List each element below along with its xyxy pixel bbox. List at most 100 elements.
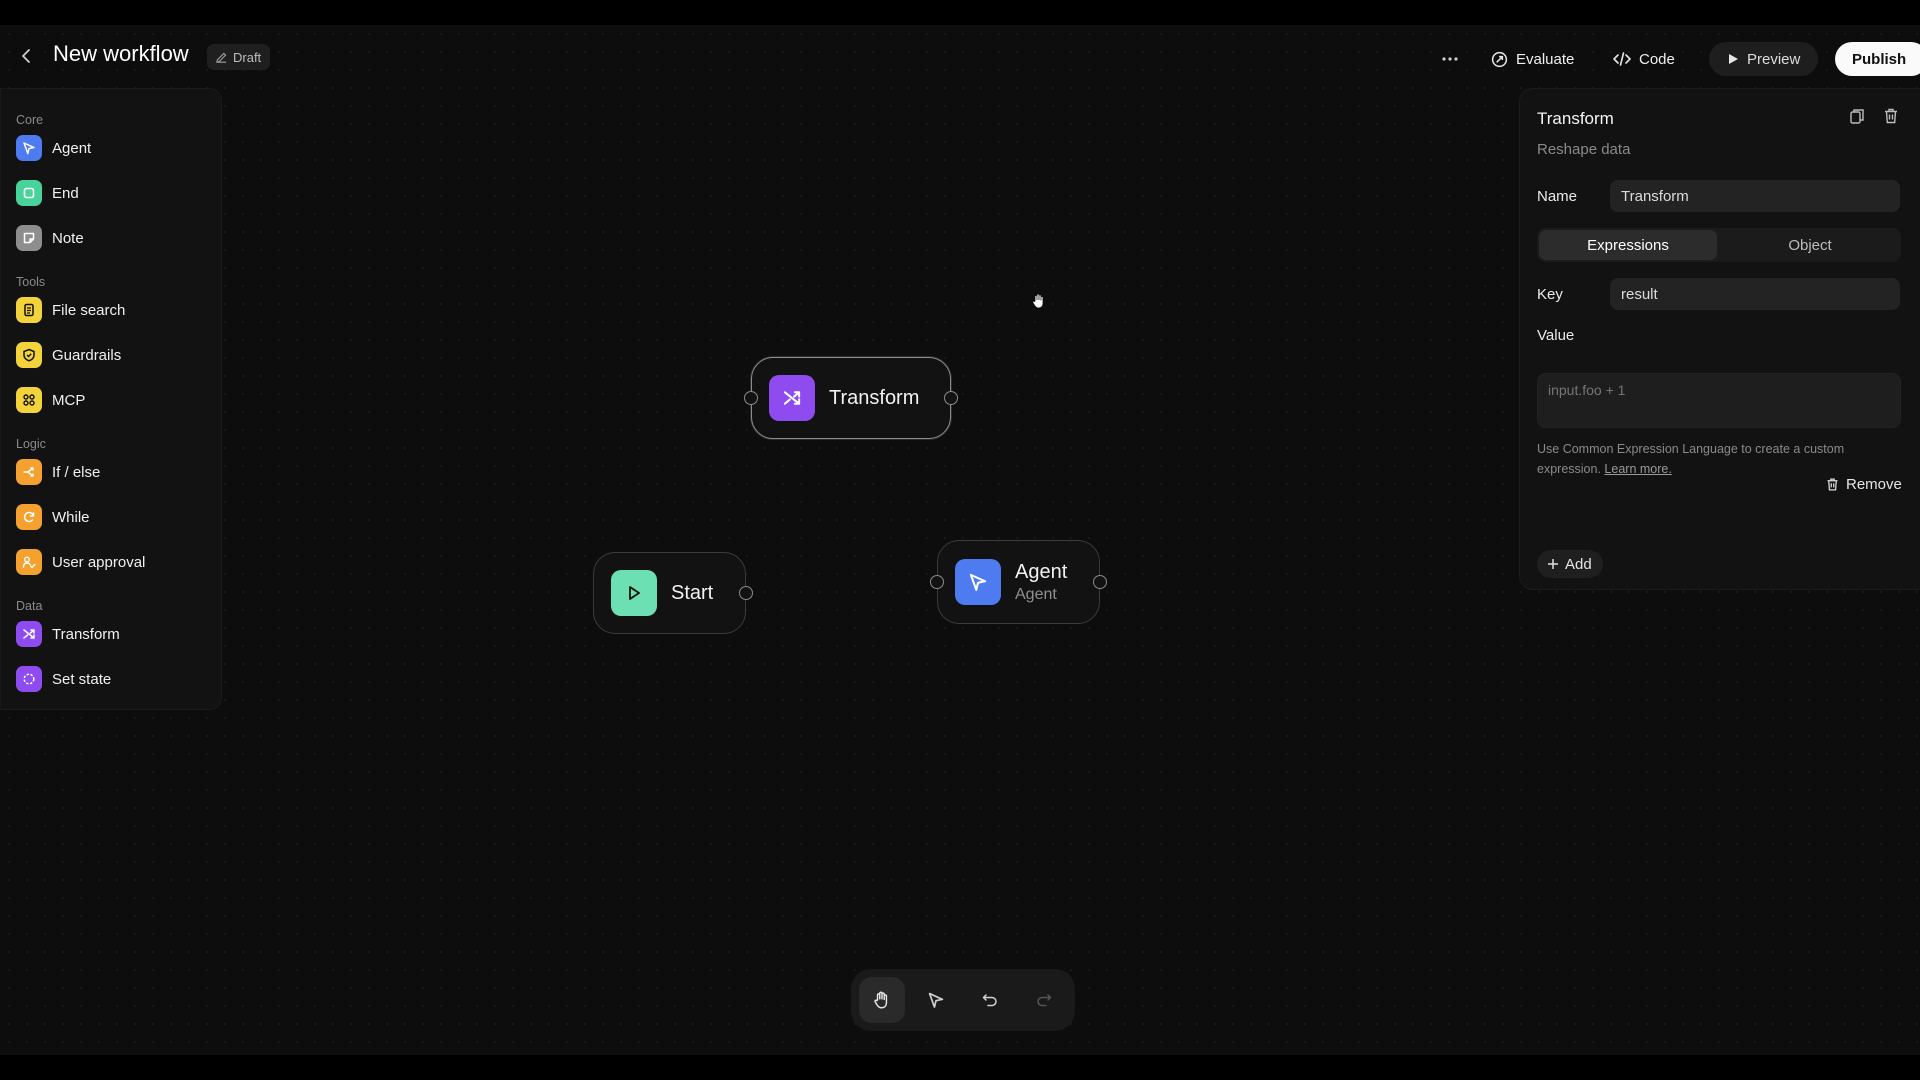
help-text-body: Use Common Expression Language to create…	[1537, 442, 1845, 476]
name-field[interactable]	[1610, 180, 1900, 212]
value-field[interactable]	[1537, 373, 1901, 428]
sidebar-item-label: While	[52, 508, 90, 526]
add-button[interactable]: Add	[1537, 550, 1603, 578]
key-field[interactable]	[1610, 278, 1900, 310]
evaluate-icon	[1491, 51, 1508, 67]
sidebar-item-note[interactable]: Note	[16, 224, 211, 252]
value-label: Value	[1537, 327, 1575, 344]
name-label: Name	[1537, 188, 1578, 205]
ellipsis-icon	[1442, 57, 1458, 61]
hand-cursor-icon	[1030, 292, 1048, 315]
sidebar-item-if-else[interactable]: If / else	[16, 458, 211, 486]
node-label: Agent	[1015, 560, 1068, 583]
guardrails-icon	[16, 342, 42, 368]
pan-tool-button[interactable]	[859, 977, 905, 1023]
redo-button[interactable]	[1021, 977, 1067, 1023]
agent-icon	[16, 135, 42, 161]
sidebar-item-label: Guardrails	[52, 346, 122, 364]
code-button[interactable]: Code	[1613, 42, 1675, 76]
node-label: Transform	[829, 386, 920, 409]
output-handle[interactable]	[739, 586, 753, 600]
transform-node[interactable]: Transform	[744, 357, 958, 439]
status-badge: Draft	[207, 44, 271, 70]
user-approval-icon	[16, 549, 42, 575]
play-icon	[611, 570, 657, 616]
file-search-icon	[16, 297, 42, 323]
key-label: Key	[1537, 286, 1563, 303]
sidebar-item-set-state[interactable]: Set state	[16, 665, 211, 693]
panel-title: Transform	[1537, 109, 1614, 128]
sidebar-item-while[interactable]: While	[16, 503, 211, 531]
preview-label: Preview	[1747, 50, 1801, 68]
status-badge-label: Draft	[233, 49, 262, 65]
sidebar-item-label: User approval	[52, 553, 146, 571]
chevron-left-icon	[22, 49, 30, 63]
agent-node[interactable]: Agent Agent	[930, 540, 1107, 624]
sidebar-item-label: Note	[52, 229, 84, 247]
undo-button[interactable]	[967, 977, 1013, 1023]
sidebar-item-agent[interactable]: Agent	[16, 134, 211, 162]
end-icon	[16, 180, 42, 206]
sidebar-item-file-search[interactable]: File search	[16, 296, 211, 324]
sidebar-item-mcp[interactable]: MCP	[16, 386, 211, 414]
page-title: New workflow	[53, 41, 189, 66]
node-library-sidebar: Core Agent End Note Tools File search Gu…	[0, 88, 222, 710]
more-options-button[interactable]	[1440, 42, 1460, 76]
tab-object[interactable]: Object	[1721, 230, 1899, 260]
remove-button[interactable]: Remove	[1825, 476, 1902, 493]
node-properties-panel: Transform Reshape data Name Expressions …	[1519, 88, 1920, 590]
preview-button[interactable]: Preview	[1709, 42, 1819, 76]
input-handle[interactable]	[744, 391, 758, 405]
sidebar-item-end[interactable]: End	[16, 179, 211, 207]
section-label-data: Data	[16, 599, 43, 613]
sidebar-item-user-approval[interactable]: User approval	[16, 548, 211, 576]
start-node[interactable]: Start	[593, 552, 753, 634]
tab-expressions[interactable]: Expressions	[1539, 230, 1717, 260]
sidebar-item-label: End	[52, 184, 79, 202]
workflow-builder: New workflow Draft Evaluate Code Preview…	[0, 25, 1920, 1055]
if-else-icon	[16, 459, 42, 485]
sidebar-item-label: If / else	[52, 463, 101, 481]
sidebar-item-label: Agent	[52, 139, 92, 157]
transform-icon	[769, 375, 815, 421]
sidebar-item-guardrails[interactable]: Guardrails	[16, 341, 211, 369]
panel-subtitle: Reshape data	[1537, 141, 1631, 158]
mcp-icon	[16, 387, 42, 413]
section-label-tools: Tools	[16, 275, 46, 289]
sidebar-item-label: MCP	[52, 391, 86, 409]
publish-label: Publish	[1852, 50, 1907, 68]
evaluate-button[interactable]: Evaluate	[1491, 42, 1574, 76]
trash-icon	[1827, 478, 1838, 491]
output-handle[interactable]	[1093, 575, 1107, 589]
note-icon	[16, 225, 42, 251]
section-label-logic: Logic	[16, 437, 46, 451]
help-text: Use Common Expression Language to create…	[1537, 439, 1907, 479]
back-button[interactable]	[18, 47, 36, 65]
sidebar-item-label: Set state	[52, 670, 112, 688]
agent-icon	[955, 559, 1001, 605]
node-sublabel: Agent	[1015, 585, 1057, 603]
while-icon	[16, 504, 42, 530]
select-tool-button[interactable]	[913, 977, 959, 1023]
code-label: Code	[1639, 50, 1675, 68]
hand-icon	[874, 991, 888, 1009]
edit-icon	[216, 52, 227, 63]
evaluate-label: Evaluate	[1516, 50, 1575, 68]
input-handle[interactable]	[930, 575, 944, 589]
section-label-core: Core	[16, 113, 44, 127]
sidebar-item-label: Transform	[52, 625, 120, 643]
sidebar-item-transform[interactable]: Transform	[16, 620, 211, 648]
pointer-icon	[928, 992, 944, 1008]
add-label: Add	[1565, 555, 1592, 573]
learn-more-link[interactable]: Learn more.	[1604, 462, 1671, 476]
mode-tabs: Expressions Object	[1537, 228, 1901, 262]
transform-icon	[16, 621, 42, 647]
play-icon	[1729, 54, 1738, 64]
sidebar-item-label: File search	[52, 301, 126, 319]
remove-label: Remove	[1846, 476, 1902, 493]
publish-button[interactable]: Publish	[1835, 42, 1920, 76]
duplicate-icon[interactable]	[1848, 107, 1866, 125]
output-handle[interactable]	[944, 391, 958, 405]
trash-icon[interactable]	[1882, 107, 1900, 125]
node-text: Agent Agent	[1001, 561, 1067, 604]
